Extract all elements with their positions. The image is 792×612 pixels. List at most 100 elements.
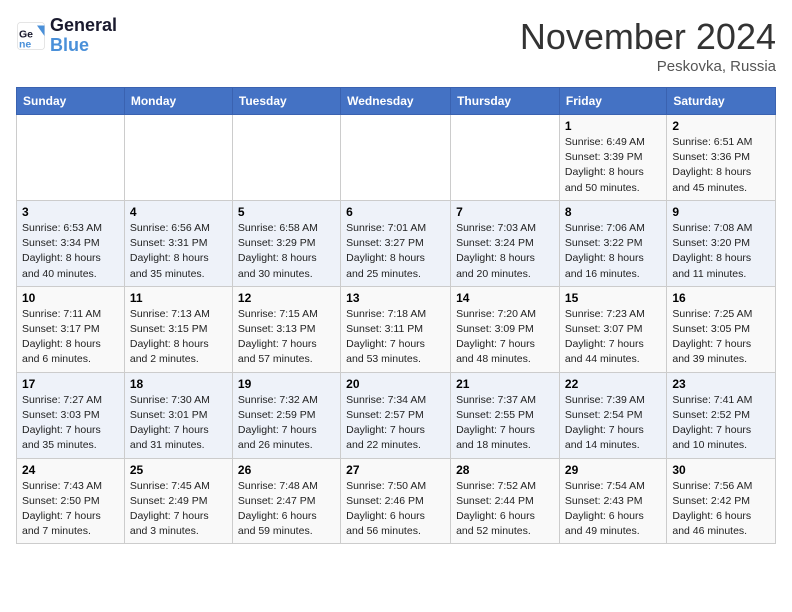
day-number: 16 bbox=[672, 291, 770, 305]
day-info: Sunrise: 7:15 AM Sunset: 3:13 PM Dayligh… bbox=[238, 307, 335, 368]
day-number: 1 bbox=[565, 119, 661, 133]
day-info: Sunrise: 7:30 AM Sunset: 3:01 PM Dayligh… bbox=[130, 393, 227, 454]
day-info: Sunrise: 7:56 AM Sunset: 2:42 PM Dayligh… bbox=[672, 479, 770, 540]
calendar-week-row: 10 Sunrise: 7:11 AM Sunset: 3:17 PM Dayli… bbox=[17, 286, 776, 372]
col-monday: Monday bbox=[124, 88, 232, 115]
table-row: 23Sunrise: 7:41 AM Sunset: 2:52 PM Dayli… bbox=[667, 372, 776, 458]
table-row: 29 Sunrise: 7:54 AM Sunset: 2:43 PM Dayli… bbox=[559, 458, 666, 544]
day-info: Sunrise: 6:51 AM Sunset: 3:36 PM Dayligh… bbox=[672, 135, 770, 196]
day-info: Sunrise: 7:41 AM Sunset: 2:52 PM Dayligh… bbox=[672, 393, 770, 454]
day-number: 24 bbox=[22, 463, 119, 477]
logo-text-line2: Blue bbox=[50, 36, 117, 56]
table-row: 1Sunrise: 6:49 AM Sunset: 3:39 PM Daylig… bbox=[559, 115, 666, 201]
calendar-week-row: 1Sunrise: 6:49 AM Sunset: 3:39 PM Daylig… bbox=[17, 115, 776, 201]
day-info: Sunrise: 7:20 AM Sunset: 3:09 PM Dayligh… bbox=[456, 307, 554, 368]
day-info: Sunrise: 7:37 AM Sunset: 2:55 PM Dayligh… bbox=[456, 393, 554, 454]
day-number: 25 bbox=[130, 463, 227, 477]
table-row: 8Sunrise: 7:06 AM Sunset: 3:22 PM Daylig… bbox=[559, 200, 666, 286]
day-number: 14 bbox=[456, 291, 554, 305]
day-info: Sunrise: 6:53 AM Sunset: 3:34 PM Dayligh… bbox=[22, 221, 119, 282]
day-number: 6 bbox=[346, 205, 445, 219]
day-number: 15 bbox=[565, 291, 661, 305]
calendar-week-row: 24 Sunrise: 7:43 AM Sunset: 2:50 PM Dayli… bbox=[17, 458, 776, 544]
table-row: 19 Sunrise: 7:32 AM Sunset: 2:59 PM Dayli… bbox=[232, 372, 340, 458]
day-number: 26 bbox=[238, 463, 335, 477]
day-info: Sunrise: 7:11 AM Sunset: 3:17 PM Dayligh… bbox=[22, 307, 119, 368]
day-number: 7 bbox=[456, 205, 554, 219]
day-number: 9 bbox=[672, 205, 770, 219]
col-tuesday: Tuesday bbox=[232, 88, 340, 115]
day-number: 5 bbox=[238, 205, 335, 219]
table-row bbox=[17, 115, 125, 201]
table-row: 25 Sunrise: 7:45 AM Sunset: 2:49 PM Dayli… bbox=[124, 458, 232, 544]
table-row: 7 Sunrise: 7:03 AM Sunset: 3:24 PM Daylig… bbox=[451, 200, 560, 286]
table-row: 27Sunrise: 7:50 AM Sunset: 2:46 PM Dayli… bbox=[341, 458, 451, 544]
table-row: 11 Sunrise: 7:13 AM Sunset: 3:15 PM Dayli… bbox=[124, 286, 232, 372]
title-block: November 2024 Peskovka, Russia bbox=[520, 16, 776, 75]
table-row: 4 Sunrise: 6:56 AM Sunset: 3:31 PM Daylig… bbox=[124, 200, 232, 286]
table-row: 10 Sunrise: 7:11 AM Sunset: 3:17 PM Dayli… bbox=[17, 286, 125, 372]
table-row: 28Sunrise: 7:52 AM Sunset: 2:44 PM Dayli… bbox=[451, 458, 560, 544]
day-info: Sunrise: 7:13 AM Sunset: 3:15 PM Dayligh… bbox=[130, 307, 227, 368]
table-row: 26Sunrise: 7:48 AM Sunset: 2:47 PM Dayli… bbox=[232, 458, 340, 544]
day-info: Sunrise: 7:18 AM Sunset: 3:11 PM Dayligh… bbox=[346, 307, 445, 368]
table-row bbox=[124, 115, 232, 201]
page-header: Ge ne General Blue November 2024 Peskovk… bbox=[16, 16, 776, 75]
day-info: Sunrise: 7:39 AM Sunset: 2:54 PM Dayligh… bbox=[565, 393, 661, 454]
table-row: 18 Sunrise: 7:30 AM Sunset: 3:01 PM Dayli… bbox=[124, 372, 232, 458]
day-number: 4 bbox=[130, 205, 227, 219]
calendar-table: Sunday Monday Tuesday Wednesday Thursday… bbox=[16, 87, 776, 544]
day-info: Sunrise: 7:43 AM Sunset: 2:50 PM Dayligh… bbox=[22, 479, 119, 540]
day-info: Sunrise: 7:34 AM Sunset: 2:57 PM Dayligh… bbox=[346, 393, 445, 454]
day-number: 28 bbox=[456, 463, 554, 477]
day-info: Sunrise: 6:58 AM Sunset: 3:29 PM Dayligh… bbox=[238, 221, 335, 282]
table-row: 5 Sunrise: 6:58 AM Sunset: 3:29 PM Daylig… bbox=[232, 200, 340, 286]
table-row: 12Sunrise: 7:15 AM Sunset: 3:13 PM Dayli… bbox=[232, 286, 340, 372]
day-number: 11 bbox=[130, 291, 227, 305]
day-number: 29 bbox=[565, 463, 661, 477]
day-number: 22 bbox=[565, 377, 661, 391]
day-number: 18 bbox=[130, 377, 227, 391]
table-row: 2 Sunrise: 6:51 AM Sunset: 3:36 PM Daylig… bbox=[667, 115, 776, 201]
day-number: 2 bbox=[672, 119, 770, 133]
table-row bbox=[232, 115, 340, 201]
table-row: 30Sunrise: 7:56 AM Sunset: 2:42 PM Dayli… bbox=[667, 458, 776, 544]
table-row: 24 Sunrise: 7:43 AM Sunset: 2:50 PM Dayli… bbox=[17, 458, 125, 544]
calendar-week-row: 3 Sunrise: 6:53 AM Sunset: 3:34 PM Daylig… bbox=[17, 200, 776, 286]
table-row: 17Sunrise: 7:27 AM Sunset: 3:03 PM Dayli… bbox=[17, 372, 125, 458]
day-info: Sunrise: 7:32 AM Sunset: 2:59 PM Dayligh… bbox=[238, 393, 335, 454]
table-row: 20 Sunrise: 7:34 AM Sunset: 2:57 PM Dayli… bbox=[341, 372, 451, 458]
day-info: Sunrise: 7:25 AM Sunset: 3:05 PM Dayligh… bbox=[672, 307, 770, 368]
day-info: Sunrise: 7:45 AM Sunset: 2:49 PM Dayligh… bbox=[130, 479, 227, 540]
day-number: 20 bbox=[346, 377, 445, 391]
day-number: 3 bbox=[22, 205, 119, 219]
day-info: Sunrise: 7:03 AM Sunset: 3:24 PM Dayligh… bbox=[456, 221, 554, 282]
table-row: 13 Sunrise: 7:18 AM Sunset: 3:11 PM Dayli… bbox=[341, 286, 451, 372]
svg-text:ne: ne bbox=[19, 38, 31, 50]
calendar-header-row: Sunday Monday Tuesday Wednesday Thursday… bbox=[17, 88, 776, 115]
table-row: 6 Sunrise: 7:01 AM Sunset: 3:27 PM Daylig… bbox=[341, 200, 451, 286]
month-title: November 2024 bbox=[520, 16, 776, 58]
logo: Ge ne General Blue bbox=[16, 16, 117, 56]
calendar-week-row: 17Sunrise: 7:27 AM Sunset: 3:03 PM Dayli… bbox=[17, 372, 776, 458]
table-row: 15Sunrise: 7:23 AM Sunset: 3:07 PM Dayli… bbox=[559, 286, 666, 372]
day-info: Sunrise: 7:06 AM Sunset: 3:22 PM Dayligh… bbox=[565, 221, 661, 282]
day-number: 13 bbox=[346, 291, 445, 305]
logo-icon: Ge ne bbox=[16, 21, 46, 51]
day-number: 10 bbox=[22, 291, 119, 305]
table-row: 14 Sunrise: 7:20 AM Sunset: 3:09 PM Dayli… bbox=[451, 286, 560, 372]
day-number: 21 bbox=[456, 377, 554, 391]
col-thursday: Thursday bbox=[451, 88, 560, 115]
day-info: Sunrise: 6:56 AM Sunset: 3:31 PM Dayligh… bbox=[130, 221, 227, 282]
col-sunday: Sunday bbox=[17, 88, 125, 115]
table-row bbox=[341, 115, 451, 201]
day-info: Sunrise: 7:01 AM Sunset: 3:27 PM Dayligh… bbox=[346, 221, 445, 282]
table-row: 22 Sunrise: 7:39 AM Sunset: 2:54 PM Dayli… bbox=[559, 372, 666, 458]
day-info: Sunrise: 7:50 AM Sunset: 2:46 PM Dayligh… bbox=[346, 479, 445, 540]
day-number: 19 bbox=[238, 377, 335, 391]
table-row: 3 Sunrise: 6:53 AM Sunset: 3:34 PM Daylig… bbox=[17, 200, 125, 286]
col-wednesday: Wednesday bbox=[341, 88, 451, 115]
day-info: Sunrise: 7:54 AM Sunset: 2:43 PM Dayligh… bbox=[565, 479, 661, 540]
day-info: Sunrise: 7:08 AM Sunset: 3:20 PM Dayligh… bbox=[672, 221, 770, 282]
location-label: Peskovka, Russia bbox=[520, 58, 776, 75]
